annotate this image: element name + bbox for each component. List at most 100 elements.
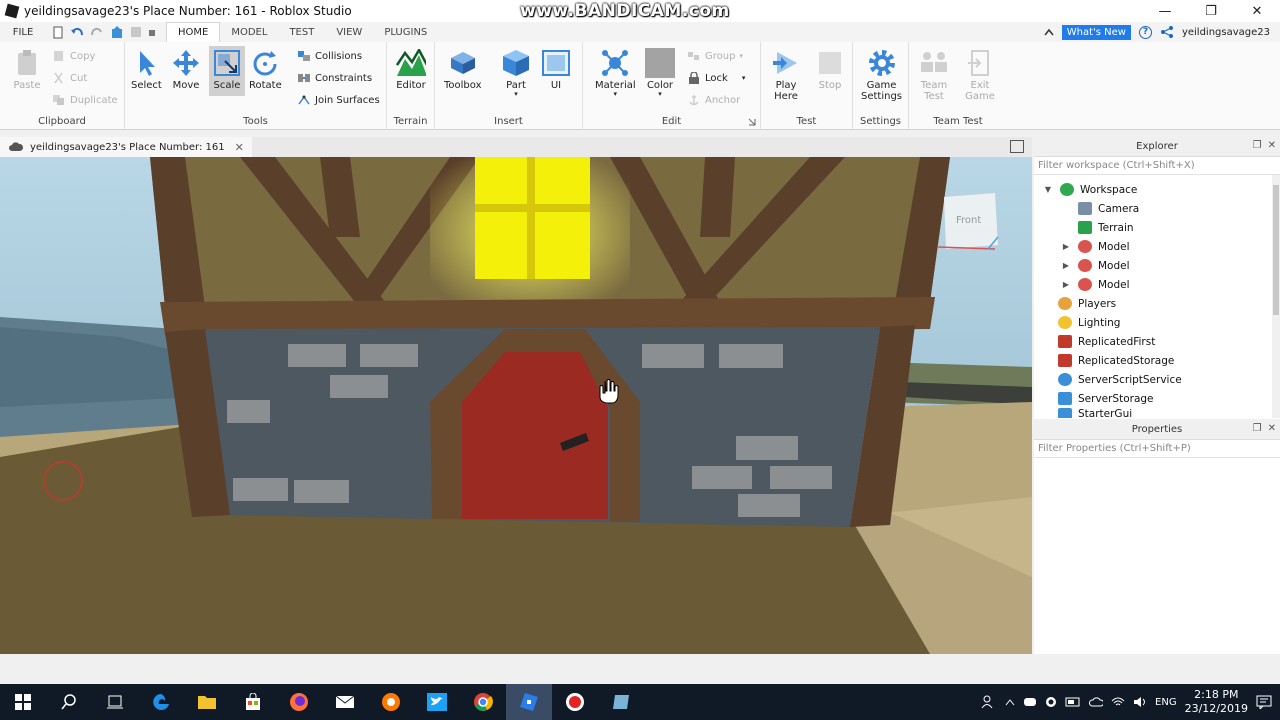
explorer-float-icon[interactable]: ❐ xyxy=(1253,140,1262,151)
tree-item-replicatedstorage[interactable]: ReplicatedStorage xyxy=(1058,351,1174,370)
expand-arrow-icon[interactable]: ▶ xyxy=(1060,280,1072,289)
firefox-button[interactable] xyxy=(276,684,322,720)
wifi-icon[interactable] xyxy=(1111,696,1125,708)
tab-view[interactable]: VIEW xyxy=(325,22,373,42)
tree-item-replicatedfirst[interactable]: ReplicatedFirst xyxy=(1058,332,1155,351)
username-label[interactable]: yeildingsavage23 xyxy=(1182,27,1270,38)
language-indicator[interactable]: ENG xyxy=(1155,697,1177,708)
customize-arrow-icon[interactable] xyxy=(148,26,156,38)
tree-item-serverstorage[interactable]: ServerStorage xyxy=(1058,389,1154,408)
collapse-ribbon-icon[interactable] xyxy=(1044,28,1054,36)
new-file-icon[interactable] xyxy=(52,26,64,39)
exit-game-button[interactable]: Exit Game xyxy=(965,48,995,102)
tree-item-lighting[interactable]: Lighting xyxy=(1058,313,1120,332)
cut-button[interactable]: Cut xyxy=(52,72,87,84)
chrome-button[interactable] xyxy=(460,684,506,720)
tree-item-model[interactable]: ▶ Model xyxy=(1060,275,1130,294)
expand-arrow-icon[interactable]: ▶ xyxy=(1060,242,1072,251)
move-tool-button[interactable]: Move xyxy=(171,48,201,91)
edge-button[interactable] xyxy=(138,684,184,720)
start-button[interactable] xyxy=(0,684,46,720)
close-tab-icon[interactable]: ✕ xyxy=(235,141,244,154)
team-test-button[interactable]: Team Test xyxy=(919,48,949,102)
battery-icon[interactable] xyxy=(1065,697,1081,707)
tree-item-camera[interactable]: Camera xyxy=(1078,199,1139,218)
save-icon[interactable] xyxy=(130,26,142,38)
copy-button[interactable]: Copy xyxy=(52,50,95,62)
undo-icon[interactable] xyxy=(70,26,84,38)
collisions-toggle[interactable]: Collisions xyxy=(297,50,362,62)
properties-close-icon[interactable]: ✕ xyxy=(1268,423,1276,434)
anchor-button[interactable]: Anchor xyxy=(687,94,740,106)
game-settings-button[interactable]: Game Settings xyxy=(861,48,902,102)
stop-button[interactable]: Stop xyxy=(815,48,845,91)
tree-item-model[interactable]: ▶ Model xyxy=(1060,256,1130,275)
terrain-editor-button[interactable]: Editor xyxy=(396,48,426,91)
discord-icon[interactable] xyxy=(1023,696,1037,708)
place-document-tab[interactable]: yeildingsavage23's Place Number: 161 ✕ xyxy=(0,137,252,157)
tree-item-model[interactable]: ▶ Model xyxy=(1060,237,1130,256)
3d-viewport[interactable]: Front xyxy=(0,157,1032,654)
material-button[interactable]: Material ▾ xyxy=(595,48,636,98)
paste-button[interactable]: Paste xyxy=(12,48,42,91)
publish-icon[interactable] xyxy=(110,25,124,39)
scale-tool-button[interactable]: Scale xyxy=(209,46,245,96)
avast-button[interactable] xyxy=(368,684,414,720)
twitter-button[interactable] xyxy=(414,684,460,720)
store-button[interactable] xyxy=(230,684,276,720)
tree-item-terrain[interactable]: Terrain xyxy=(1078,218,1134,237)
notifications-icon[interactable] xyxy=(1256,695,1272,709)
explorer-close-icon[interactable]: ✕ xyxy=(1268,140,1276,151)
close-button[interactable]: ✕ xyxy=(1234,0,1280,22)
rotate-tool-button[interactable]: Rotate xyxy=(249,48,282,91)
redo-icon[interactable] xyxy=(90,26,104,38)
search-button[interactable] xyxy=(46,684,92,720)
share-icon[interactable] xyxy=(1160,26,1174,38)
join-surfaces-toggle[interactable]: Join Surfaces xyxy=(297,94,380,106)
explorer-scrollbar-thumb[interactable] xyxy=(1273,185,1279,315)
group-button[interactable]: Group ▾ xyxy=(687,50,743,62)
constraints-toggle[interactable]: Constraints xyxy=(297,72,372,84)
clock[interactable]: 2:18 PM 23/12/2019 xyxy=(1185,688,1248,716)
maximize-button[interactable]: ❐ xyxy=(1188,0,1234,22)
tree-item-players[interactable]: Players xyxy=(1058,294,1116,313)
title-bar: yeildingsavage23's Place Number: 161 - R… xyxy=(0,0,1280,22)
app-button[interactable] xyxy=(598,684,644,720)
help-icon[interactable]: ? xyxy=(1138,25,1152,39)
minimize-button[interactable]: — xyxy=(1142,0,1188,22)
roblox-studio-taskbar-button[interactable] xyxy=(506,684,552,720)
volume-icon[interactable] xyxy=(1133,696,1147,708)
tab-model[interactable]: MODEL xyxy=(220,22,278,42)
collapse-arrow-icon[interactable]: ▼ xyxy=(1042,185,1054,194)
play-here-button[interactable]: Play Here xyxy=(771,48,801,102)
duplicate-button[interactable]: Duplicate xyxy=(52,94,118,106)
color-button[interactable]: Color ▾ xyxy=(645,48,675,98)
file-explorer-button[interactable] xyxy=(184,684,230,720)
bandicam-button[interactable] xyxy=(552,684,598,720)
toolbox-button[interactable]: Toolbox xyxy=(444,48,482,91)
properties-float-icon[interactable]: ❐ xyxy=(1253,423,1262,434)
tray-chevron-up-icon[interactable] xyxy=(1005,698,1015,706)
tab-test[interactable]: TEST xyxy=(278,22,325,42)
properties-filter-input[interactable]: Filter Properties (Ctrl+Shift+P) xyxy=(1034,440,1280,458)
ui-button[interactable]: UI xyxy=(541,48,571,91)
file-menu-button[interactable]: FILE xyxy=(0,22,46,42)
tab-home[interactable]: HOME xyxy=(166,22,221,42)
tree-item-workspace[interactable]: ▼ Workspace xyxy=(1042,180,1137,199)
tree-item-serverscriptservice[interactable]: ServerScriptService xyxy=(1058,370,1182,389)
tree-item-startergui[interactable]: StarterGui xyxy=(1058,408,1132,418)
lock-button[interactable]: Lock ▾ xyxy=(687,72,745,84)
people-icon[interactable] xyxy=(981,695,997,709)
whats-new-button[interactable]: What's New xyxy=(1061,24,1131,40)
part-button[interactable]: Part ▾ xyxy=(501,48,531,98)
view-mode-icon[interactable] xyxy=(1010,140,1024,153)
mail-button[interactable] xyxy=(322,684,368,720)
expand-arrow-icon[interactable]: ▶ xyxy=(1060,261,1072,270)
cloud-tray-icon[interactable] xyxy=(1089,697,1104,707)
tab-plugins[interactable]: PLUGINS xyxy=(373,22,438,42)
explorer-filter-input[interactable]: Filter workspace (Ctrl+Shift+X) xyxy=(1034,157,1280,175)
select-tool-button[interactable]: Select xyxy=(131,48,162,91)
explorer-scrollbar[interactable] xyxy=(1272,175,1280,418)
record-tray-icon[interactable] xyxy=(1045,696,1057,708)
task-view-button[interactable] xyxy=(92,684,138,720)
